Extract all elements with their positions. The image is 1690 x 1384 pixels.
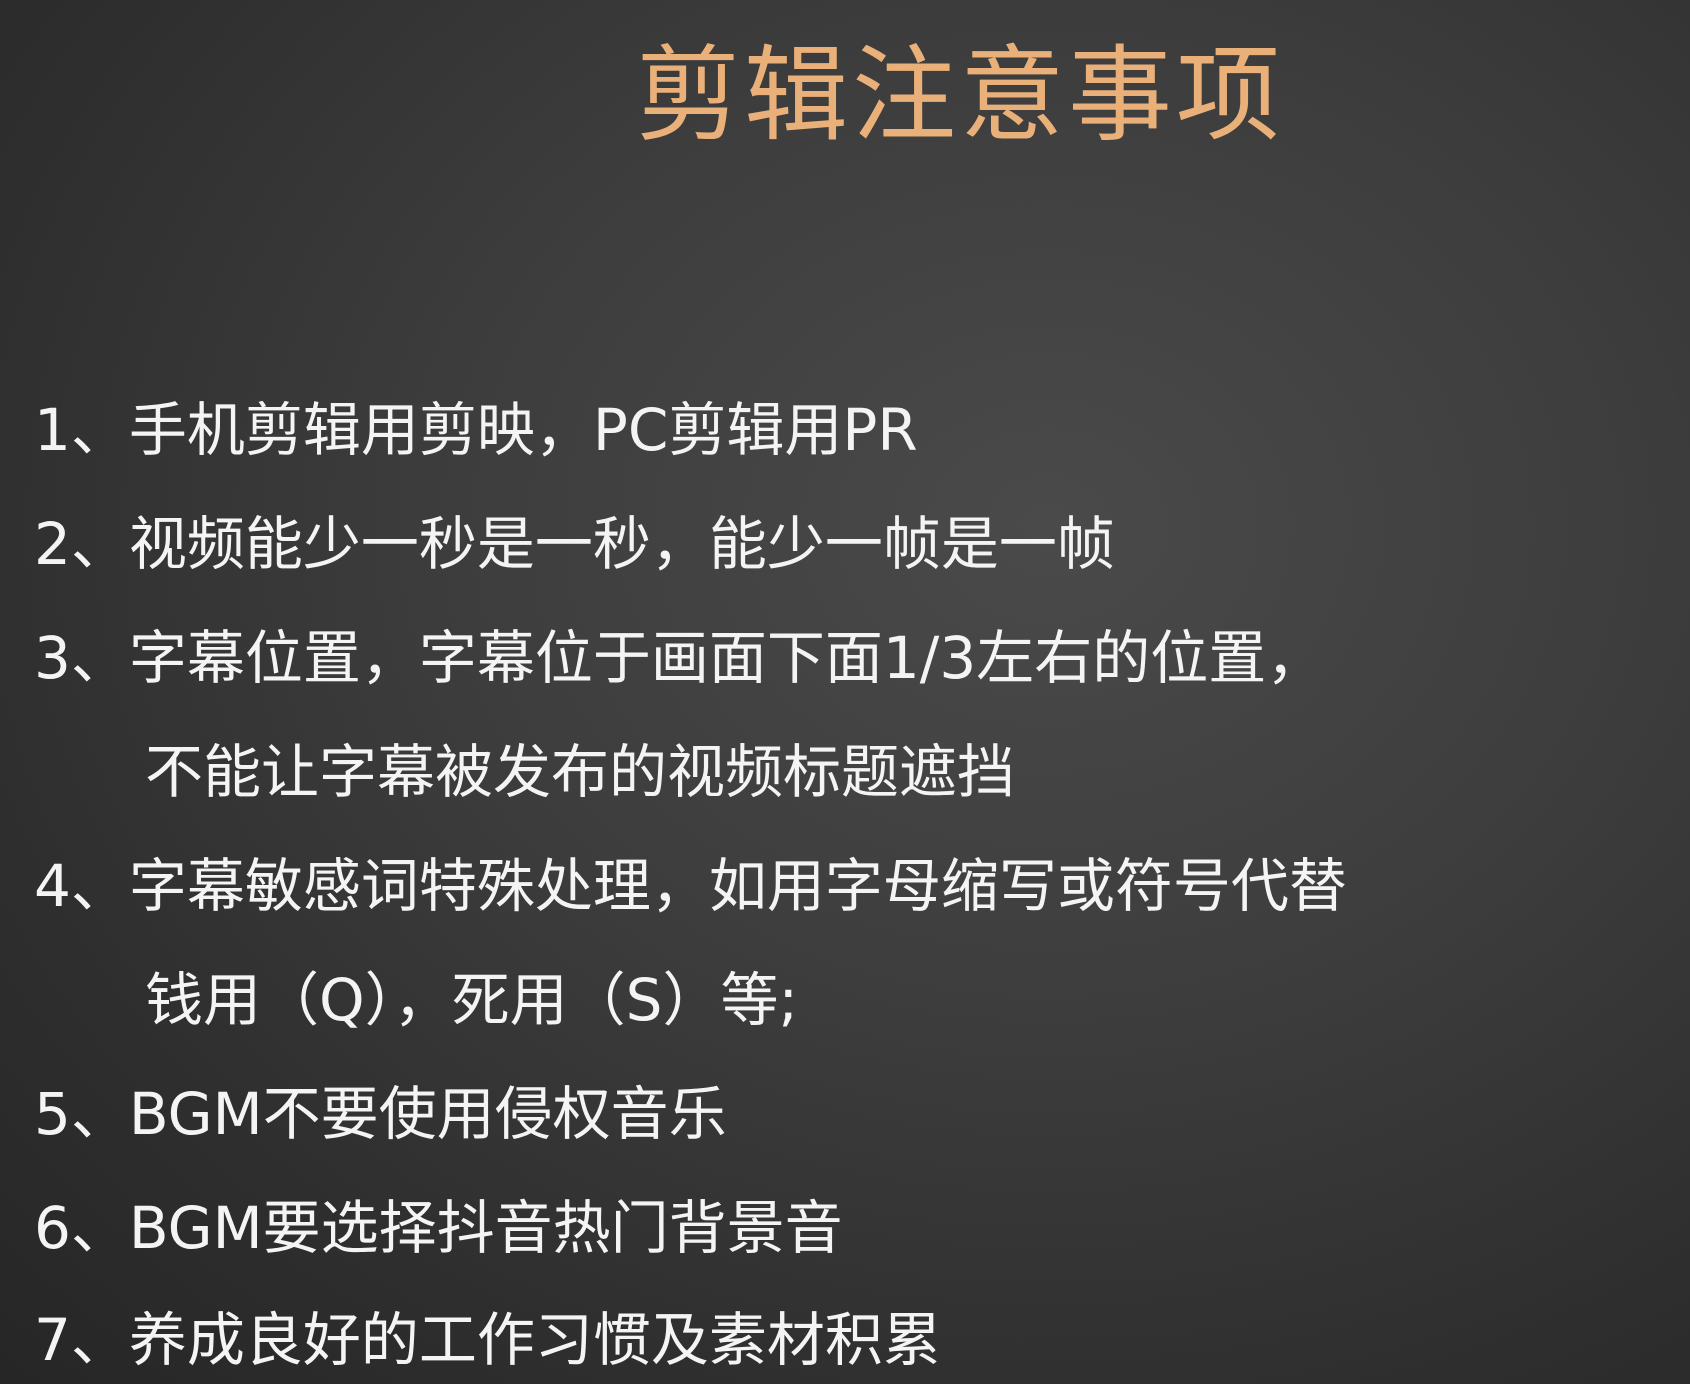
list-item-2: 2、视频能少一秒是一秒，能少一帧是一帧 <box>34 510 1115 578</box>
list-item-4-continuation: 钱用（Q），死用（S）等; <box>145 966 799 1034</box>
slide: 剪辑注意事项 1、手机剪辑用剪映，PC剪辑用PR 2、视频能少一秒是一秒，能少一… <box>0 0 1690 1384</box>
slide-title: 剪辑注意事项 <box>636 34 1285 156</box>
list-item-6: 6、BGM要选择抖音热门背景音 <box>34 1194 843 1262</box>
list-item-4: 4、字幕敏感词特殊处理，如用字母缩写或符号代替 <box>34 852 1347 920</box>
list-item-3: 3、字幕位置，字幕位于画面下面1/3左右的位置， <box>34 624 1325 692</box>
list-item-5: 5、BGM不要使用侵权音乐 <box>34 1080 727 1148</box>
list-item-3-continuation: 不能让字幕被发布的视频标题遮挡 <box>145 738 1016 806</box>
list-item-7: 7、养成良好的工作习惯及素材积累 <box>34 1306 941 1374</box>
list-item-1: 1、手机剪辑用剪映，PC剪辑用PR <box>34 396 918 464</box>
